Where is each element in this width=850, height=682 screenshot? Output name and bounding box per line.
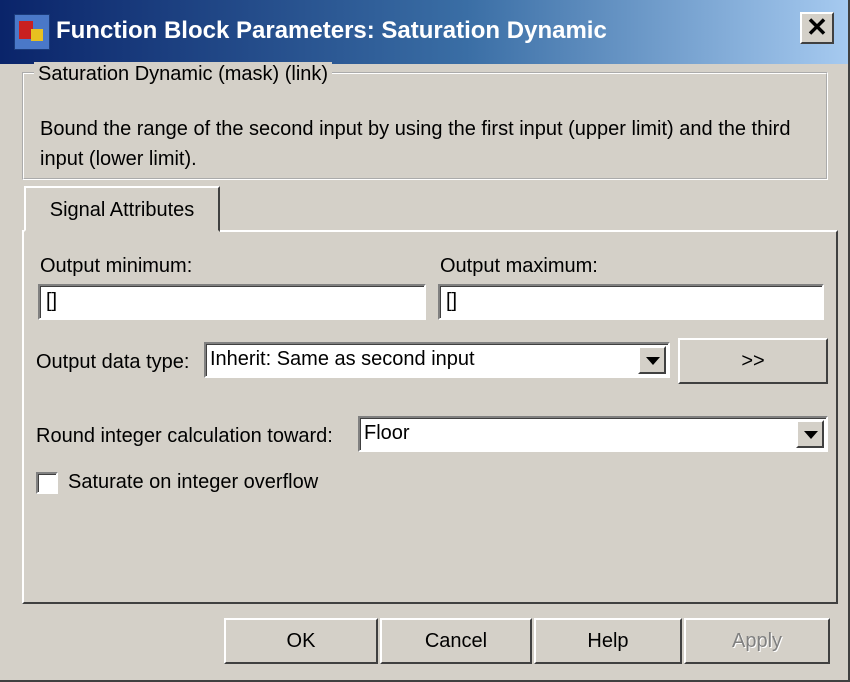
saturate-label: Saturate on integer overflow — [68, 471, 319, 493]
cancel-label: Cancel — [424, 630, 488, 652]
data-type-assistant-button[interactable]: >> — [678, 338, 828, 384]
output-data-type-value: Inherit: Same as second input — [210, 348, 475, 370]
help-button[interactable]: Help — [534, 618, 682, 664]
group-legend: Saturation Dynamic (mask) (link) — [34, 62, 333, 86]
dialog-window: Function Block Parameters: Saturation Dy… — [0, 0, 850, 682]
close-button[interactable]: ✕ — [800, 12, 834, 44]
close-icon: ✕ — [806, 12, 828, 42]
help-label: Help — [587, 630, 629, 652]
tab-label: Signal Attributes — [49, 199, 195, 221]
ok-label: OK — [286, 630, 316, 652]
output-data-type-label: Output data type: — [36, 351, 190, 373]
round-integer-value: Floor — [364, 422, 410, 444]
simulink-block-icon — [14, 14, 50, 50]
round-integer-select[interactable]: Floor — [358, 416, 828, 452]
chevron-down-icon[interactable] — [796, 420, 824, 448]
output-minimum-field[interactable]: [] — [38, 284, 426, 320]
round-integer-label: Round integer calculation toward: — [36, 425, 333, 447]
window-title: Function Block Parameters: Saturation Dy… — [56, 17, 607, 44]
title-bar[interactable]: Function Block Parameters: Saturation Dy… — [0, 0, 848, 64]
block-description: Bound the range of the second input by u… — [40, 118, 791, 170]
output-maximum-field[interactable]: [] — [438, 284, 824, 320]
chevron-down-icon[interactable] — [638, 346, 666, 374]
saturate-checkbox[interactable] — [36, 472, 58, 494]
tab-signal-attributes[interactable]: Signal Attributes — [24, 186, 220, 232]
output-data-type-select[interactable]: Inherit: Same as second input — [204, 342, 670, 378]
data-type-assistant-label: >> — [741, 350, 765, 372]
ok-button[interactable]: OK — [224, 618, 378, 664]
cancel-button[interactable]: Cancel — [380, 618, 532, 664]
apply-button[interactable]: Apply — [684, 618, 830, 664]
apply-label: Apply — [731, 630, 783, 652]
output-minimum-label: Output minimum: — [40, 255, 193, 277]
output-maximum-label: Output maximum: — [440, 255, 598, 277]
